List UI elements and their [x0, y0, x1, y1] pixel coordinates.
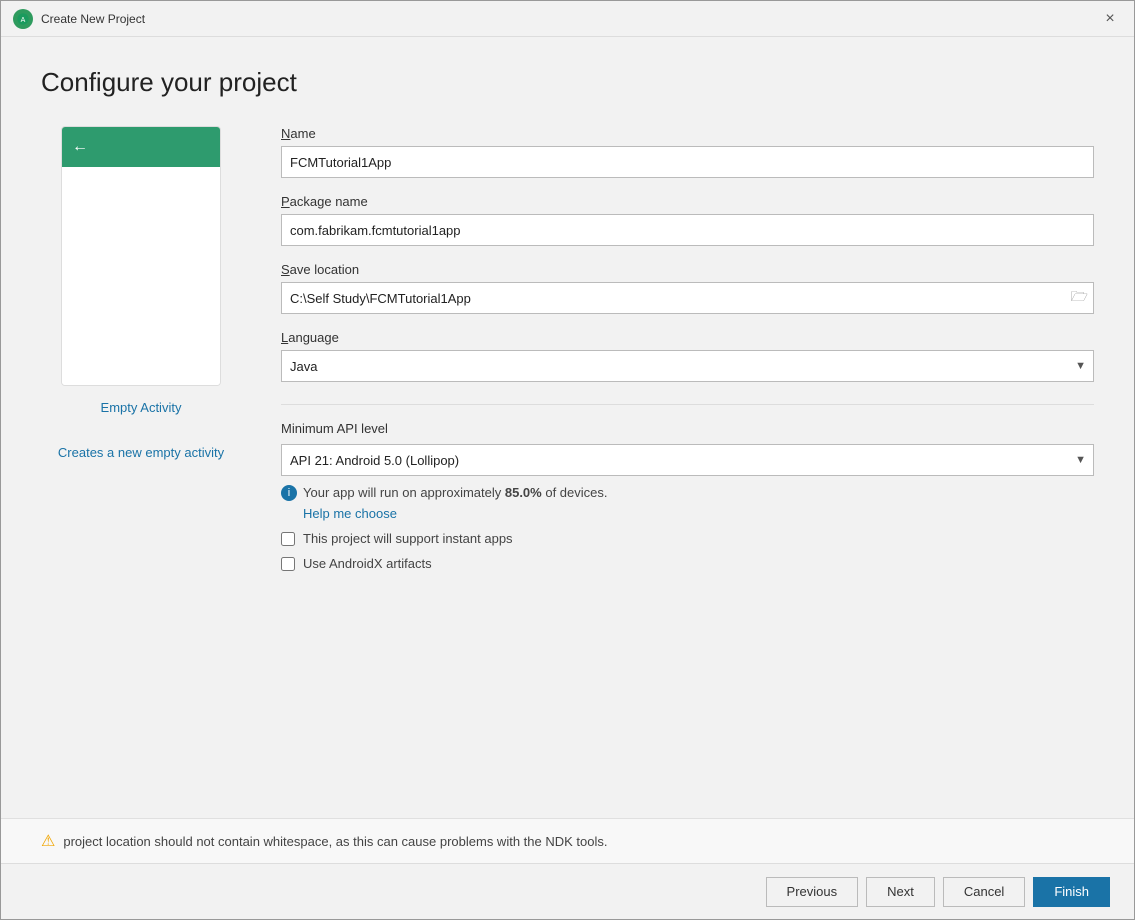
title-bar: A Create New Project ×	[1, 1, 1134, 37]
page-title: Configure your project	[41, 67, 1094, 98]
name-label: NNameame	[281, 126, 1094, 141]
divider	[281, 404, 1094, 405]
warning-bar: ⚠ project location should not contain wh…	[1, 818, 1134, 863]
app-icon: A	[13, 9, 33, 29]
min-api-field-group: Minimum API level API 21: Android 5.0 (L…	[281, 421, 1094, 571]
warning-icon: ⚠	[41, 831, 55, 851]
title-bar-text: Create New Project	[41, 12, 1098, 26]
language-select-wrapper: Java Kotlin ▼	[281, 350, 1094, 382]
svg-text:A: A	[21, 16, 26, 23]
content-area: Configure your project ← Empty Activity …	[1, 37, 1134, 818]
creates-label: Creates a new empty activity	[58, 445, 224, 460]
package-field-group: Package name	[281, 194, 1094, 246]
next-button[interactable]: Next	[866, 877, 935, 907]
phone-preview: ←	[61, 126, 221, 386]
phone-header: ←	[62, 127, 220, 167]
instant-apps-checkbox[interactable]	[281, 532, 295, 546]
save-location-label: Save location	[281, 262, 1094, 277]
min-api-select-wrapper: API 21: Android 5.0 (Lollipop) API 22: A…	[281, 444, 1094, 476]
language-field-group: Language Java Kotlin ▼	[281, 330, 1094, 382]
save-location-input-wrapper: 🗁	[281, 282, 1094, 314]
min-api-label: Minimum API level	[281, 421, 1094, 436]
warning-text: project location should not contain whit…	[63, 834, 607, 849]
main-row: ← Empty Activity Creates a new empty act…	[41, 126, 1094, 818]
previous-button[interactable]: Previous	[766, 877, 859, 907]
androidx-checkbox[interactable]	[281, 557, 295, 571]
instant-apps-checkbox-row: This project will support instant apps	[281, 531, 1094, 546]
main-window: A Create New Project × Configure your pr…	[0, 0, 1135, 920]
language-label: Language	[281, 330, 1094, 345]
save-location-field-group: Save location 🗁	[281, 262, 1094, 314]
info-icon: i	[281, 485, 297, 501]
activity-type-label: Empty Activity	[101, 400, 182, 415]
phone-body	[62, 167, 220, 385]
coverage-info-row: i Your app will run on approximately 85.…	[281, 484, 1094, 502]
left-panel: ← Empty Activity Creates a new empty act…	[41, 126, 241, 818]
finish-button[interactable]: Finish	[1033, 877, 1110, 907]
right-panel: NNameame Package name Save location	[281, 126, 1094, 818]
min-api-select[interactable]: API 21: Android 5.0 (Lollipop) API 22: A…	[281, 444, 1094, 476]
androidx-checkbox-row: Use AndroidX artifacts	[281, 556, 1094, 571]
package-input[interactable]	[281, 214, 1094, 246]
help-me-choose-link[interactable]: Help me choose	[303, 506, 397, 521]
close-button[interactable]: ×	[1098, 7, 1122, 31]
cancel-button[interactable]: Cancel	[943, 877, 1025, 907]
language-select[interactable]: Java Kotlin	[281, 350, 1094, 382]
androidx-label: Use AndroidX artifacts	[303, 556, 432, 571]
save-location-input[interactable]	[281, 282, 1094, 314]
bottom-bar: Previous Next Cancel Finish	[1, 863, 1134, 919]
phone-back-arrow-icon: ←	[72, 138, 88, 156]
instant-apps-label: This project will support instant apps	[303, 531, 513, 546]
name-field-group: NNameame	[281, 126, 1094, 178]
coverage-text: Your app will run on approximately 85.0%…	[303, 484, 608, 502]
folder-icon[interactable]: 🗁	[1071, 286, 1088, 310]
name-input[interactable]	[281, 146, 1094, 178]
package-label: Package name	[281, 194, 1094, 209]
